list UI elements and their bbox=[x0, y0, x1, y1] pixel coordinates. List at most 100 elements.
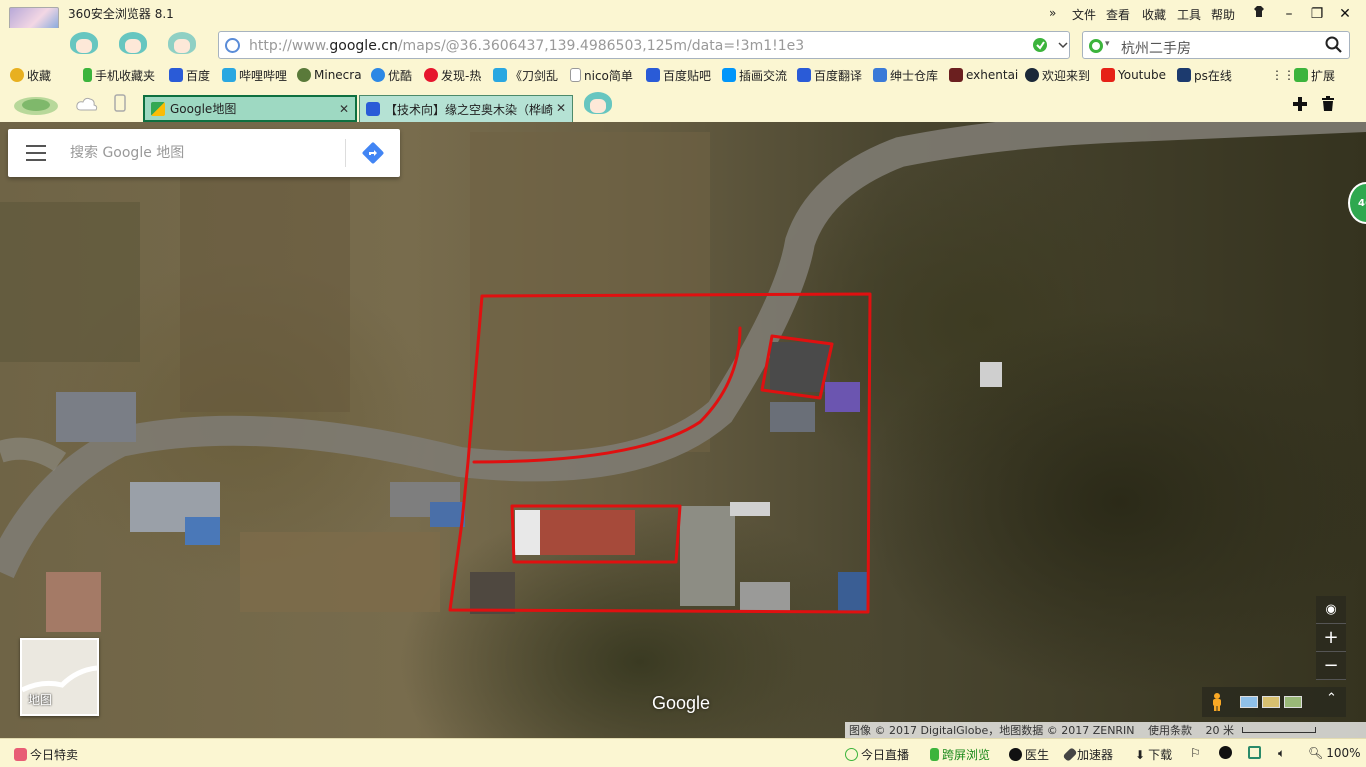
tab-technical-article[interactable]: 【技术向】缘之空奥木染（桦崎 ✕ bbox=[359, 95, 573, 122]
satellite-map[interactable]: 46 地图 Google ◉ + − ⌃ 图像 © 2017 DigitalGl… bbox=[0, 122, 1366, 738]
bookmark-touken[interactable]: 《刀剑乱 bbox=[493, 66, 558, 84]
zoom-level[interactable]: 🔍︎ 100% bbox=[1308, 746, 1361, 760]
menu-file[interactable]: 文件 bbox=[1072, 6, 1096, 23]
phone-icon bbox=[83, 68, 92, 82]
search-box[interactable]: ▾ 杭州二手房 bbox=[1082, 31, 1350, 59]
chevron-double-right-icon: ⋮⋮ bbox=[1271, 68, 1295, 82]
search-input[interactable]: 杭州二手房 bbox=[1121, 38, 1191, 58]
directions-icon[interactable] bbox=[361, 141, 385, 165]
bookmark-youtube[interactable]: Youtube bbox=[1101, 66, 1166, 84]
page-icon bbox=[570, 68, 581, 82]
refresh-circle-icon[interactable] bbox=[1219, 746, 1232, 759]
bookmark-label: 手机收藏夹 bbox=[95, 68, 156, 83]
chevron-up-icon[interactable]: ⌃ bbox=[1326, 691, 1337, 706]
bookmark-label: 收藏 bbox=[27, 68, 52, 83]
bookmark-bilibili[interactable]: 哔哩哔哩 bbox=[222, 66, 287, 84]
my-location-icon[interactable]: ◉ bbox=[1316, 596, 1346, 624]
bookmark-minecraft[interactable]: Minecra bbox=[297, 66, 362, 84]
forward-mascot-icon[interactable] bbox=[113, 28, 155, 62]
bookmark-baidu[interactable]: 百度 bbox=[169, 66, 210, 84]
terms-link[interactable]: 使用条款 bbox=[1148, 724, 1192, 737]
zoom-out-button[interactable]: − bbox=[1316, 652, 1346, 680]
flag-icon[interactable]: ⚐ bbox=[1190, 746, 1201, 760]
bookmark-label: Youtube bbox=[1118, 68, 1166, 82]
window-title: 360安全浏览器 8.1 bbox=[68, 7, 174, 21]
page-security-icon[interactable] bbox=[225, 38, 240, 53]
search-icon[interactable] bbox=[1325, 36, 1343, 54]
scale-bar bbox=[1242, 727, 1316, 733]
turtle-mascot-icon[interactable] bbox=[10, 94, 62, 116]
bookmark-nico[interactable]: nico简单 bbox=[570, 66, 633, 84]
google-logo: Google bbox=[652, 693, 711, 713]
layer-thumbnail[interactable] bbox=[1262, 696, 1280, 708]
divider bbox=[345, 139, 346, 167]
bookmark-ps-online[interactable]: ps在线 bbox=[1177, 66, 1232, 84]
new-tab-plus-icon[interactable] bbox=[1292, 96, 1308, 112]
downloads[interactable]: ⬇ 下载 bbox=[1135, 746, 1172, 763]
bookmark-label: 插画交流 bbox=[739, 68, 788, 83]
zoom-controls: ◉ + − bbox=[1316, 596, 1346, 680]
youku-icon bbox=[371, 68, 385, 82]
close-icon[interactable]: ✕ bbox=[555, 101, 566, 115]
minimize-button[interactable]: – bbox=[1278, 4, 1300, 24]
mobile-icon[interactable] bbox=[114, 94, 126, 112]
bookmark-translate[interactable]: 百度翻译 bbox=[797, 66, 862, 84]
bookmark-warehouse[interactable]: 绅士仓库 bbox=[873, 66, 938, 84]
bookmark-favorites[interactable]: 收藏 bbox=[10, 66, 51, 84]
doctor[interactable]: 医生 bbox=[1009, 746, 1049, 763]
tab-google-maps[interactable]: Google地图 ✕ bbox=[143, 95, 357, 122]
new-tab-mascot-icon[interactable] bbox=[578, 88, 620, 122]
bookmarks-bar: 收藏 手机收藏夹 百度 哔哩哔哩 Minecra 优酷 发现-热 《刀剑乱 ni… bbox=[0, 62, 1366, 88]
menu-favorites[interactable]: 收藏 bbox=[1142, 6, 1166, 23]
refresh-mascot-icon[interactable] bbox=[162, 28, 204, 62]
pegman-icon[interactable] bbox=[1210, 693, 1224, 711]
bookmark-steam[interactable]: 欢迎来到 bbox=[1025, 66, 1090, 84]
close-button[interactable]: ✕ bbox=[1334, 4, 1356, 24]
menu-icon[interactable] bbox=[26, 145, 46, 161]
address-bar[interactable]: http://www.google.cn/maps/@36.3606437,13… bbox=[218, 31, 1070, 59]
menu-help[interactable]: 帮助 bbox=[1211, 6, 1235, 23]
bookmark-exhentai[interactable]: exhentai bbox=[949, 66, 1018, 84]
bookmarks-overflow[interactable]: ⋮⋮ bbox=[1271, 66, 1295, 84]
close-icon[interactable]: ✕ bbox=[339, 102, 349, 116]
screenshot-icon[interactable] bbox=[1248, 746, 1261, 759]
map-search-input[interactable] bbox=[70, 141, 340, 165]
restore-button[interactable]: ❐ bbox=[1306, 4, 1328, 24]
scale-label[interactable]: 20 米 bbox=[1206, 724, 1235, 737]
address-bar-decoration-icon[interactable] bbox=[1029, 34, 1069, 56]
bookmark-youku[interactable]: 优酷 bbox=[371, 66, 412, 84]
menu-view[interactable]: 查看 bbox=[1106, 6, 1130, 23]
volume-icon[interactable]: 🔈︎ bbox=[1278, 746, 1285, 761]
back-mascot-icon[interactable] bbox=[64, 28, 106, 62]
extensions-button[interactable]: 扩展 bbox=[1294, 66, 1335, 84]
more-menu-chevron[interactable]: » bbox=[1049, 6, 1056, 20]
layer-thumbnail[interactable] bbox=[1284, 696, 1302, 708]
zoom-in-button[interactable]: + bbox=[1316, 624, 1346, 652]
menu-tools[interactable]: 工具 bbox=[1177, 6, 1201, 23]
layer-thumbnail[interactable] bbox=[1240, 696, 1258, 708]
daily-deals[interactable]: 今日特卖 bbox=[14, 746, 78, 763]
bookmark-label: 优酷 bbox=[388, 68, 413, 83]
baidu-paw-icon bbox=[169, 68, 183, 82]
youtube-icon bbox=[1101, 68, 1115, 82]
trash-icon[interactable] bbox=[1321, 96, 1335, 112]
cross-screen[interactable]: 跨屏浏览 bbox=[930, 746, 990, 763]
live-today[interactable]: 今日直播 bbox=[845, 746, 909, 763]
map-type-toggle[interactable]: 地图 bbox=[20, 638, 99, 716]
url-text[interactable]: http://www.google.cn/maps/@36.3606437,13… bbox=[249, 38, 849, 54]
status-label: 今日特卖 bbox=[30, 748, 79, 762]
chevron-down-icon[interactable]: ▾ bbox=[1105, 39, 1110, 49]
bookmark-weibo[interactable]: 发现-热 bbox=[424, 66, 481, 84]
cloud-icon[interactable] bbox=[76, 96, 98, 112]
bookmark-pixiv[interactable]: 插画交流 bbox=[722, 66, 787, 84]
bookmark-label: 百度贴吧 bbox=[663, 68, 712, 83]
title-bar: 360安全浏览器 8.1 » 文件 查看 收藏 工具 帮助 – ❐ ✕ bbox=[0, 0, 1366, 59]
imagery-credit: 图像 © 2017 DigitalGlobe，地图数据 © 2017 ZENRI… bbox=[849, 724, 1135, 737]
bookmark-tieba[interactable]: 百度贴吧 bbox=[646, 66, 711, 84]
accelerator[interactable]: 加速器 bbox=[1062, 746, 1113, 763]
skin-icon[interactable] bbox=[1248, 4, 1270, 24]
search-engine-icon[interactable] bbox=[1089, 39, 1103, 53]
bookmark-label: 发现-热 bbox=[441, 68, 482, 83]
bookmark-mobile[interactable]: 手机收藏夹 bbox=[83, 66, 155, 84]
magnifier-icon: 🔍︎ bbox=[1308, 746, 1324, 760]
